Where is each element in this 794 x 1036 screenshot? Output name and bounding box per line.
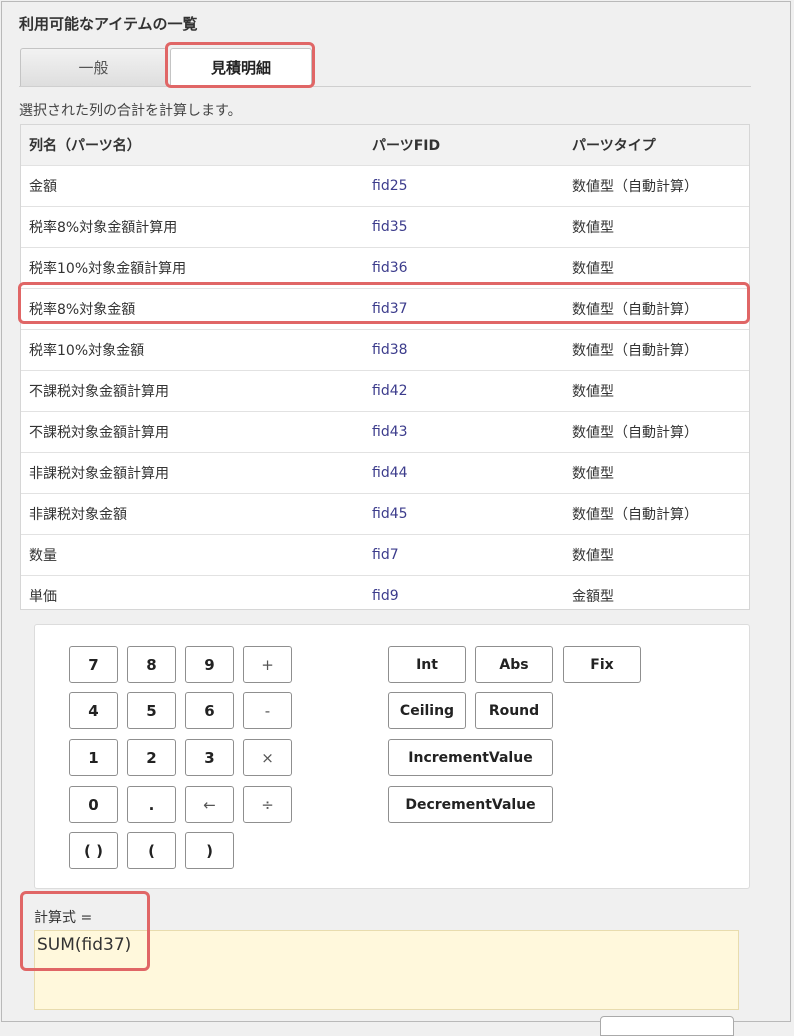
int-button[interactable]: Int	[388, 646, 466, 683]
row-type: 金額型	[564, 575, 749, 609]
key-multiply[interactable]: ×	[243, 739, 292, 776]
calculator-panel: 7 8 9 + 4 5 6 - 1 2 3 × 0 . ← ÷ ( ) ( ) …	[34, 624, 750, 889]
key-parens[interactable]: ( )	[69, 832, 118, 869]
row-type: 数値型（自動計算）	[564, 329, 749, 371]
row-name: 税率10%対象金額	[21, 329, 364, 371]
row-name: 不課税対象金額計算用	[21, 370, 364, 412]
key-2[interactable]: 2	[127, 739, 176, 776]
round-button[interactable]: Round	[475, 692, 553, 729]
row-type: 数値型（自動計算）	[564, 411, 749, 453]
row-fid-link[interactable]: fid36	[364, 247, 564, 289]
key-divide[interactable]: ÷	[243, 786, 292, 823]
dialog-button[interactable]	[600, 1016, 734, 1036]
row-name: 非課税対象金額計算用	[21, 452, 364, 494]
row-type: 数値型	[564, 452, 749, 494]
table-row[interactable]: 税率10%対象金額計算用 fid36 数値型	[21, 247, 749, 289]
row-fid-link[interactable]: fid42	[364, 370, 564, 412]
table-row[interactable]: 不課税対象金額計算用 fid43 数値型（自動計算）	[21, 411, 749, 453]
table-row[interactable]: 単価 fid9 金額型	[21, 575, 749, 609]
key-9[interactable]: 9	[185, 646, 234, 683]
ceiling-button[interactable]: Ceiling	[388, 692, 466, 729]
row-name: 不課税対象金額計算用	[21, 411, 364, 453]
table-row[interactable]: 数量 fid7 数値型	[21, 534, 749, 576]
key-backspace[interactable]: ←	[185, 786, 234, 823]
formula-editor-panel: 利用可能なアイテムの一覧 一般 見積明細 選択された列の合計を計算します。 列名…	[1, 1, 791, 1036]
table-header-row: 列名（パーツ名） パーツFID パーツタイプ	[21, 125, 749, 166]
key-open-paren[interactable]: (	[127, 832, 176, 869]
row-name: 非課税対象金額	[21, 493, 364, 535]
key-4[interactable]: 4	[69, 692, 118, 729]
row-fid-link[interactable]: fid25	[364, 165, 564, 207]
row-fid-link[interactable]: fid43	[364, 411, 564, 453]
formula-input[interactable]: SUM(fid37)	[34, 930, 739, 1010]
items-table: 列名（パーツ名） パーツFID パーツタイプ 金額 fid25 数値型（自動計算） …	[20, 124, 750, 610]
row-fid-link[interactable]: fid37	[364, 288, 564, 330]
row-type: 数値型（自動計算）	[564, 288, 749, 330]
key-decimal[interactable]: .	[127, 786, 176, 823]
increment-value-button[interactable]: IncrementValue	[388, 739, 553, 776]
key-plus[interactable]: +	[243, 646, 292, 683]
key-6[interactable]: 6	[185, 692, 234, 729]
key-8[interactable]: 8	[127, 646, 176, 683]
row-type: 数値型（自動計算）	[564, 165, 749, 207]
table-row[interactable]: 金額 fid25 数値型（自動計算）	[21, 165, 749, 207]
key-0[interactable]: 0	[69, 786, 118, 823]
tabs-divider	[19, 86, 751, 87]
row-name: 税率8%対象金額計算用	[21, 206, 364, 248]
table-row-selected[interactable]: 税率8%対象金額 fid37 数値型（自動計算）	[21, 288, 749, 330]
abs-button[interactable]: Abs	[475, 646, 553, 683]
row-type: 数値型	[564, 206, 749, 248]
table-row[interactable]: 税率10%対象金額 fid38 数値型（自動計算）	[21, 329, 749, 371]
row-name: 税率8%対象金額	[21, 288, 364, 330]
description-text: 選択された列の合計を計算します。	[19, 103, 242, 119]
tab-general[interactable]: 一般	[20, 48, 167, 86]
panel-title: 利用可能なアイテムの一覧	[19, 15, 198, 33]
row-name: 金額	[21, 165, 364, 207]
key-5[interactable]: 5	[127, 692, 176, 729]
row-type: 数値型	[564, 534, 749, 576]
key-3[interactable]: 3	[185, 739, 234, 776]
tab-estimate-details[interactable]: 見積明細	[170, 48, 312, 86]
row-fid-link[interactable]: fid7	[364, 534, 564, 576]
table-row[interactable]: 非課税対象金額 fid45 数値型（自動計算）	[21, 493, 749, 535]
column-header-name: 列名（パーツ名）	[21, 125, 364, 166]
table-row[interactable]: 不課税対象金額計算用 fid42 数値型	[21, 370, 749, 412]
row-fid-link[interactable]: fid44	[364, 452, 564, 494]
column-header-fid: パーツFID	[364, 125, 564, 166]
row-type: 数値型	[564, 247, 749, 289]
row-type: 数値型	[564, 370, 749, 412]
row-fid-link[interactable]: fid9	[364, 575, 564, 609]
key-close-paren[interactable]: )	[185, 832, 234, 869]
table-row[interactable]: 非課税対象金額計算用 fid44 数値型	[21, 452, 749, 494]
key-minus[interactable]: -	[243, 692, 292, 729]
row-fid-link[interactable]: fid38	[364, 329, 564, 371]
row-fid-link[interactable]: fid45	[364, 493, 564, 535]
column-header-type: パーツタイプ	[564, 125, 749, 166]
decrement-value-button[interactable]: DecrementValue	[388, 786, 553, 823]
row-name: 税率10%対象金額計算用	[21, 247, 364, 289]
row-name: 数量	[21, 534, 364, 576]
key-7[interactable]: 7	[69, 646, 118, 683]
row-type: 数値型（自動計算）	[564, 493, 749, 535]
fix-button[interactable]: Fix	[563, 646, 641, 683]
table-row[interactable]: 税率8%対象金額計算用 fid35 数値型	[21, 206, 749, 248]
formula-label: 計算式 =	[34, 910, 93, 926]
key-1[interactable]: 1	[69, 739, 118, 776]
row-fid-link[interactable]: fid35	[364, 206, 564, 248]
row-name: 単価	[21, 575, 364, 609]
